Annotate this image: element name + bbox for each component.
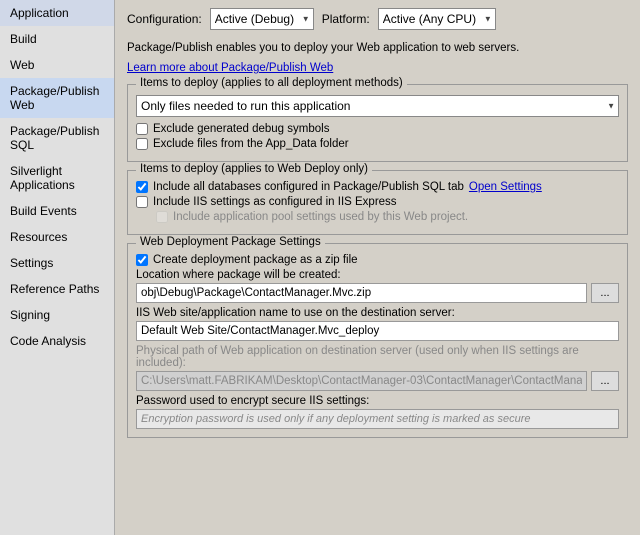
exclude-debug-label: Exclude generated debug symbols xyxy=(153,123,329,135)
package-settings-title: Web Deployment Package Settings xyxy=(136,236,325,248)
include-iis-checkbox[interactable] xyxy=(136,196,148,208)
location-input[interactable] xyxy=(136,283,587,303)
package-settings-group: Web Deployment Package Settings Create d… xyxy=(127,243,628,438)
physical-input[interactable] xyxy=(136,371,587,391)
sidebar: Application Build Web Package/Publish We… xyxy=(0,0,115,535)
intro-section: Package/Publish enables you to deploy yo… xyxy=(127,40,628,76)
location-label: Location where package will be created: xyxy=(136,269,619,281)
sidebar-item-signing[interactable]: Signing xyxy=(0,302,114,328)
physical-input-row: ... xyxy=(136,371,619,391)
location-browse-button[interactable]: ... xyxy=(591,283,619,303)
exclude-app-data-label: Exclude files from the App_Data folder xyxy=(153,138,349,150)
password-label: Password used to encrypt secure IIS sett… xyxy=(136,395,619,407)
deploy-files-select[interactable]: Only files needed to run this applicatio… xyxy=(136,95,619,117)
exclude-app-data-checkbox[interactable] xyxy=(136,138,148,150)
create-zip-label: Create deployment package as a zip file xyxy=(153,254,358,266)
deploy-files-select-wrapper[interactable]: Only files needed to run this applicatio… xyxy=(136,95,619,117)
intro-link[interactable]: Learn more about Package/Publish Web xyxy=(127,60,628,76)
exclude-app-data-row: Exclude files from the App_Data folder xyxy=(136,138,619,150)
physical-browse-button[interactable]: ... xyxy=(591,371,619,391)
configuration-select[interactable]: Active (Debug) Debug Release xyxy=(210,8,314,30)
include-iis-row: Include IIS settings as configured in II… xyxy=(136,196,619,208)
include-iis-label: Include IIS settings as configured in II… xyxy=(153,196,397,208)
platform-label: Platform: xyxy=(322,12,370,26)
sidebar-item-application[interactable]: Application xyxy=(0,0,114,26)
sidebar-item-code-analysis[interactable]: Code Analysis xyxy=(0,328,114,354)
include-databases-label: Include all databases configured in Pack… xyxy=(153,181,464,193)
sidebar-item-reference-paths[interactable]: Reference Paths xyxy=(0,276,114,302)
exclude-debug-row: Exclude generated debug symbols xyxy=(136,123,619,135)
open-settings-link[interactable]: Open Settings xyxy=(469,181,542,193)
sidebar-item-settings[interactable]: Settings xyxy=(0,250,114,276)
exclude-debug-checkbox[interactable] xyxy=(136,123,148,135)
iis-input[interactable] xyxy=(136,321,619,341)
deploy-all-dropdown-row: Only files needed to run this applicatio… xyxy=(136,95,619,117)
sidebar-item-silverlight[interactable]: Silverlight Applications xyxy=(0,158,114,198)
sidebar-item-build-events[interactable]: Build Events xyxy=(0,198,114,224)
deploy-web-group: Items to deploy (applies to Web Deploy o… xyxy=(127,170,628,235)
sidebar-item-package-publish-sql[interactable]: Package/Publish SQL xyxy=(0,118,114,158)
top-bar: Configuration: Active (Debug) Debug Rele… xyxy=(127,8,628,30)
include-databases-checkbox[interactable] xyxy=(136,181,148,193)
include-databases-row: Include all databases configured in Pack… xyxy=(136,181,619,193)
platform-select[interactable]: Active (Any CPU) Any CPU x86 x64 xyxy=(378,8,496,30)
iis-label: IIS Web site/application name to use on … xyxy=(136,307,619,319)
deploy-all-title: Items to deploy (applies to all deployme… xyxy=(136,77,407,89)
sidebar-item-build[interactable]: Build xyxy=(0,26,114,52)
platform-select-wrapper[interactable]: Active (Any CPU) Any CPU x86 x64 xyxy=(378,8,496,30)
password-placeholder: Encryption password is used only if any … xyxy=(136,409,619,429)
configuration-select-wrapper[interactable]: Active (Debug) Debug Release xyxy=(210,8,314,30)
include-pool-checkbox[interactable] xyxy=(156,211,168,223)
create-zip-row: Create deployment package as a zip file xyxy=(136,254,619,266)
include-pool-label: Include application pool settings used b… xyxy=(173,211,468,223)
sidebar-item-web[interactable]: Web xyxy=(0,52,114,78)
intro-text: Package/Publish enables you to deploy yo… xyxy=(127,40,628,56)
configuration-label: Configuration: xyxy=(127,12,202,26)
location-input-row: ... xyxy=(136,283,619,303)
deploy-all-group: Items to deploy (applies to all deployme… xyxy=(127,84,628,162)
main-content: Configuration: Active (Debug) Debug Rele… xyxy=(115,0,640,535)
sidebar-item-resources[interactable]: Resources xyxy=(0,224,114,250)
physical-label: Physical path of Web application on dest… xyxy=(136,345,619,369)
deploy-web-title: Items to deploy (applies to Web Deploy o… xyxy=(136,163,372,175)
include-pool-row: Include application pool settings used b… xyxy=(136,211,619,223)
sidebar-item-package-publish-web[interactable]: Package/Publish Web xyxy=(0,78,114,118)
create-zip-checkbox[interactable] xyxy=(136,254,148,266)
